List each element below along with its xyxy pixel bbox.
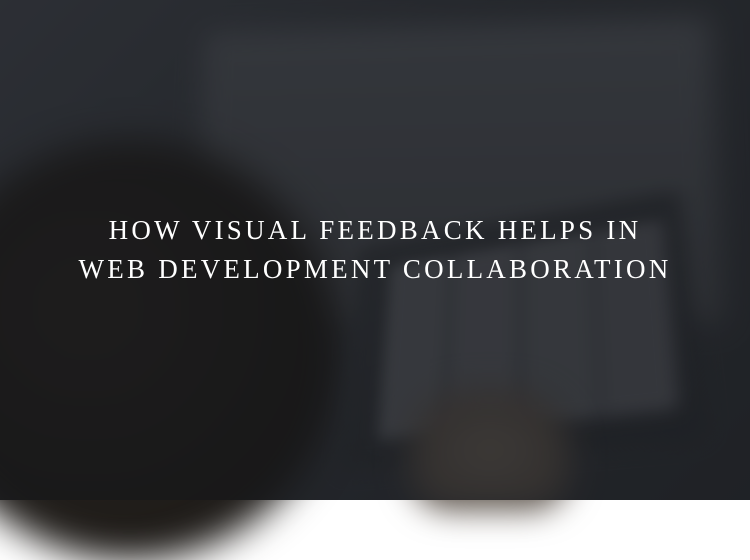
hero-title-line-2: Web Development Collaboration [79,254,672,284]
hero-title-container: How Visual Feedback Helps in Web Develop… [0,0,750,500]
hero-title: How Visual Feedback Helps in Web Develop… [79,211,672,289]
hero-title-line-1: How Visual Feedback Helps in [109,215,642,245]
